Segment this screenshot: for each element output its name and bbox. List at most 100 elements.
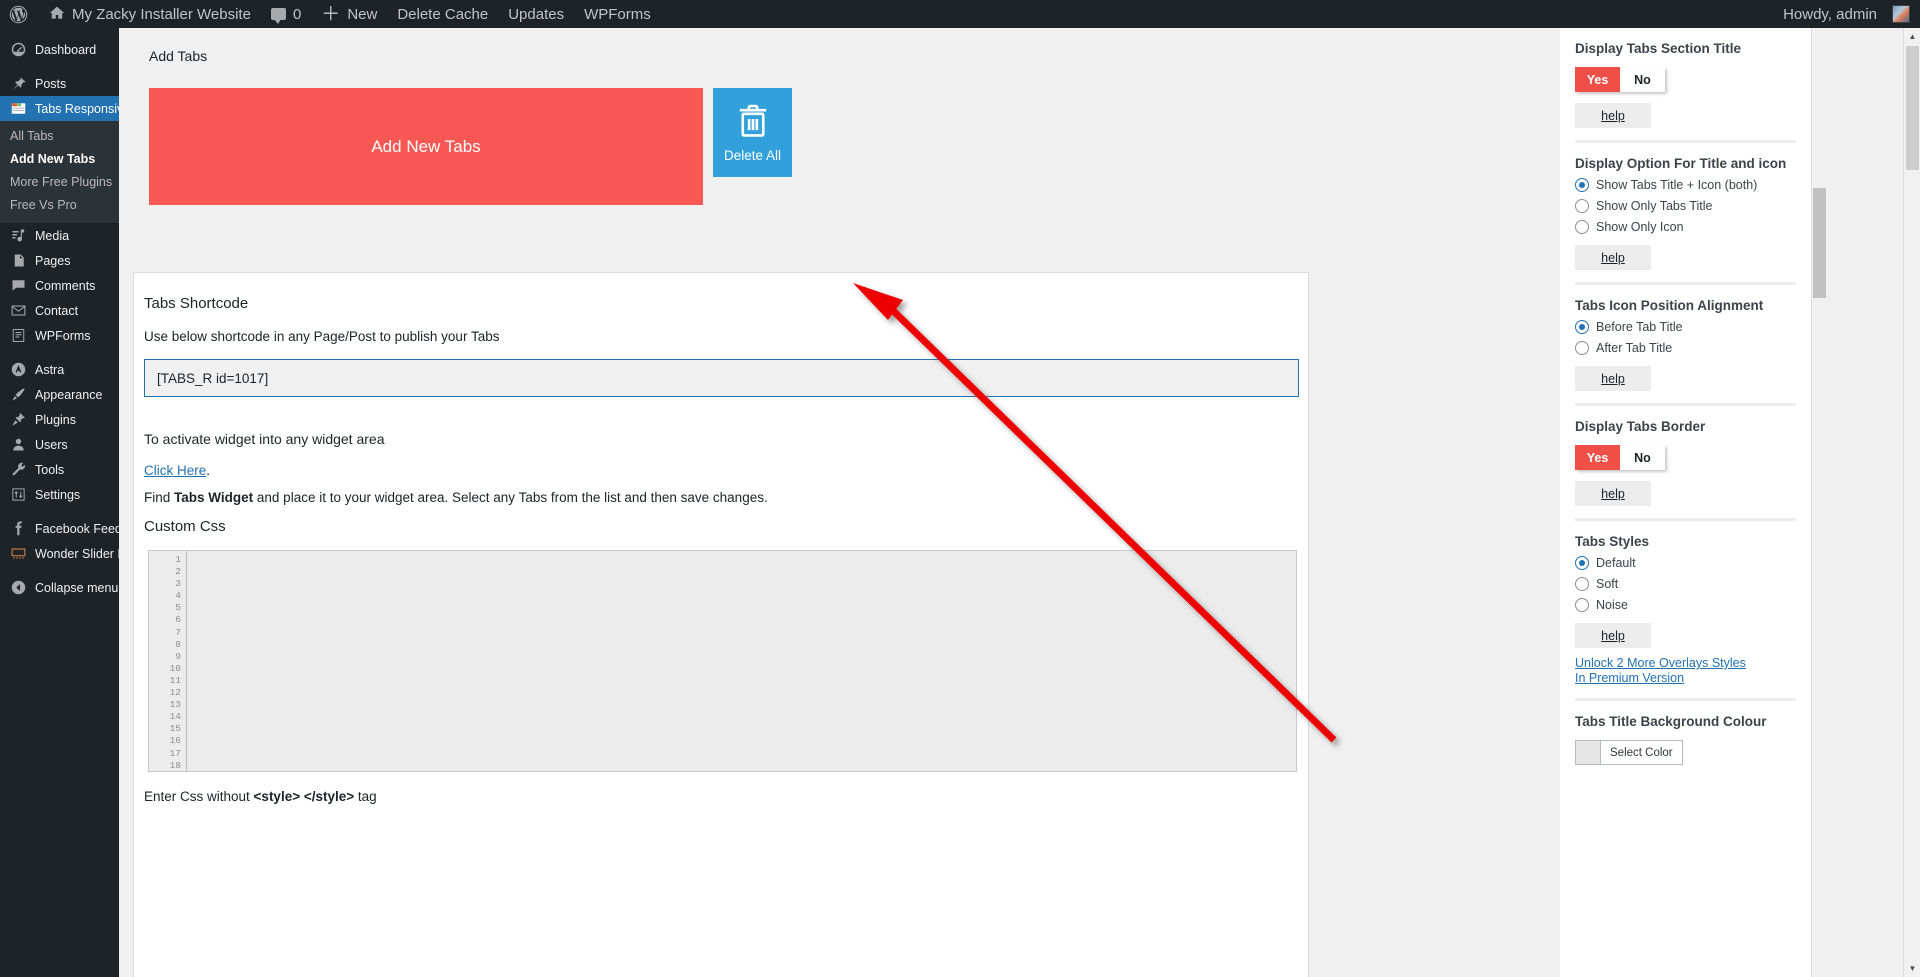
option-section-tabs-icon-position: Tabs Icon Position Alignment Before Tab … [1575,285,1796,406]
sidebar-item-posts[interactable]: Posts [0,71,119,96]
sidebar-item-wonder-slider-lite[interactable]: Wonder Slider Lite [0,541,119,566]
help-button[interactable]: help [1575,481,1651,506]
submenu-item-add-new-tabs[interactable]: Add New Tabs [0,148,119,171]
scrollbar-down-arrow-icon[interactable]: ▼ [1904,960,1920,977]
radio-style-default[interactable]: Default [1575,556,1796,570]
toggle-no[interactable]: No [1620,67,1665,92]
sidebar-item-wpforms[interactable]: WPForms [0,323,119,348]
sidebar-item-dashboard[interactable]: Dashboard [0,37,119,62]
wpforms-menu[interactable]: WPForms [574,0,661,28]
options-panel-inner: Display Tabs Section Title Yes No help D… [1560,28,1812,977]
radio-after-tab-title[interactable]: After Tab Title [1575,341,1796,355]
css-line-number: 8 [175,638,181,650]
trash-icon [736,103,770,144]
sidebar-item-astra[interactable]: Astra [0,357,119,382]
scrollbar-up-arrow-icon[interactable]: ▲ [1904,28,1920,45]
sidebar-label: Plugins [35,412,76,427]
new-content-menu[interactable]: ＋ New [311,0,387,28]
css-text-area[interactable] [187,551,1296,771]
sidebar-item-pages[interactable]: Pages [0,248,119,273]
wordpress-logo-menu[interactable] [0,0,39,28]
radio-before-tab-title[interactable]: Before Tab Title [1575,320,1796,334]
help-button[interactable]: help [1575,623,1651,648]
paintbrush-icon [10,387,26,403]
sidebar-label: WPForms [35,328,91,343]
menu-top-spacer [0,28,119,37]
sidebar-label: Tabs Responsive [35,101,119,116]
scrollbar-thumb[interactable] [1906,46,1919,170]
sidebar-item-media[interactable]: Media [0,223,119,248]
options-panel-scrollbar[interactable] [1813,188,1826,977]
delete-all-button[interactable]: Delete All [713,88,792,177]
sidebar-item-facebook-feed[interactable]: Facebook Feed [0,516,119,541]
help-button[interactable]: help [1575,245,1651,270]
sidebar-item-users[interactable]: Users [0,432,119,457]
sidebar-label: Pages [35,253,71,268]
click-here-link[interactable]: Click Here [144,463,206,478]
add-new-tabs-button[interactable]: Add New Tabs [149,88,703,205]
shortcode-input[interactable] [144,359,1299,397]
sidebar-label: Astra [35,362,65,377]
premium-upgrade-link[interactable]: Unlock 2 More Overlays Styles In Premium… [1575,656,1750,686]
help-button[interactable]: help [1575,103,1651,128]
tabs-title-background-color-picker[interactable]: Select Color [1575,740,1683,765]
option-section-display-tabs-border: Display Tabs Border Yes No help [1575,406,1796,521]
help-button[interactable]: help [1575,366,1651,391]
radio-style-soft[interactable]: Soft [1575,577,1796,591]
select-color-label[interactable]: Select Color [1600,741,1682,764]
option-title: Display Option For Title and icon [1575,156,1787,171]
sidebar-item-appearance[interactable]: Appearance [0,382,119,407]
radio-show-title-and-icon[interactable]: Show Tabs Title + Icon (both) [1575,178,1796,192]
css-line-number: 9 [175,650,181,662]
radio-indicator [1575,220,1589,234]
site-name-menu[interactable]: My Zacky Installer Website [39,0,261,28]
options-panel: Display Tabs Section Title Yes No help D… [1560,28,1920,977]
radio-style-noise[interactable]: Noise [1575,598,1796,612]
radio-show-only-icon[interactable]: Show Only Icon [1575,220,1796,234]
new-label: New [347,5,378,23]
sidebar-item-tabs-responsive[interactable]: Tabs Responsive [0,96,119,121]
radio-label: Default [1596,556,1636,570]
display-tabs-section-title-toggle[interactable]: Yes No [1575,67,1665,92]
comments-menu[interactable]: 0 [261,0,311,28]
css-line-number: 10 [169,662,181,674]
css-line-number: 16 [169,735,181,747]
sidebar-label: Contact [35,303,79,318]
menu-sep-3 [0,507,119,516]
avatar [1892,5,1910,23]
display-tabs-border-toggle[interactable]: Yes No [1575,445,1665,470]
sidebar-item-tools[interactable]: Tools [0,457,119,482]
option-title: Tabs Icon Position Alignment [1575,298,1764,313]
toggle-yes[interactable]: Yes [1575,445,1620,470]
sidebar-item-collapse-menu[interactable]: Collapse menu [0,575,119,600]
updates-menu[interactable]: Updates [498,0,574,28]
custom-css-editor[interactable]: 12345678910111213141516171819 [148,550,1297,772]
add-new-tabs-label: Add New Tabs [371,136,481,156]
home-icon [49,5,65,24]
enter-css-bold-close: </style> [303,789,355,804]
color-swatch[interactable] [1576,741,1600,764]
css-line-number: 12 [169,687,181,699]
my-account-menu[interactable]: Howdy, admin [1773,0,1920,28]
activate-widget-heading: To activate widget into any widget area [144,431,385,447]
radio-show-only-title[interactable]: Show Only Tabs Title [1575,199,1796,213]
toggle-yes[interactable]: Yes [1575,67,1620,92]
sidebar-item-plugins[interactable]: Plugins [0,407,119,432]
sidebar-item-comments[interactable]: Comments [0,273,119,298]
sidebar-item-settings[interactable]: Settings [0,482,119,507]
page-scrollbar[interactable]: ▲ ▼ [1903,28,1920,977]
css-line-number: 14 [169,711,181,723]
find-widget-prefix: Find [144,490,175,505]
toggle-no[interactable]: No [1620,445,1665,470]
submenu-item-more-free-plugins[interactable]: More Free Plugins [0,171,119,194]
pin-icon [10,76,26,92]
options-panel-scrollbar-thumb[interactable] [1813,188,1826,298]
submenu-item-all-tabs[interactable]: All Tabs [0,125,119,148]
sidebar-item-contact[interactable]: Contact [0,298,119,323]
collapse-arrow-icon [10,580,26,596]
enter-css-suffix: tag [354,789,377,804]
delete-cache-menu[interactable]: Delete Cache [387,0,498,28]
main-content: Add Tabs Add New Tabs Delete All Tabs Sh… [119,28,1560,977]
submenu-item-free-vs-pro[interactable]: Free Vs Pro [0,194,119,217]
admin-bar: My Zacky Installer Website 0 ＋ New Delet… [0,0,1920,28]
